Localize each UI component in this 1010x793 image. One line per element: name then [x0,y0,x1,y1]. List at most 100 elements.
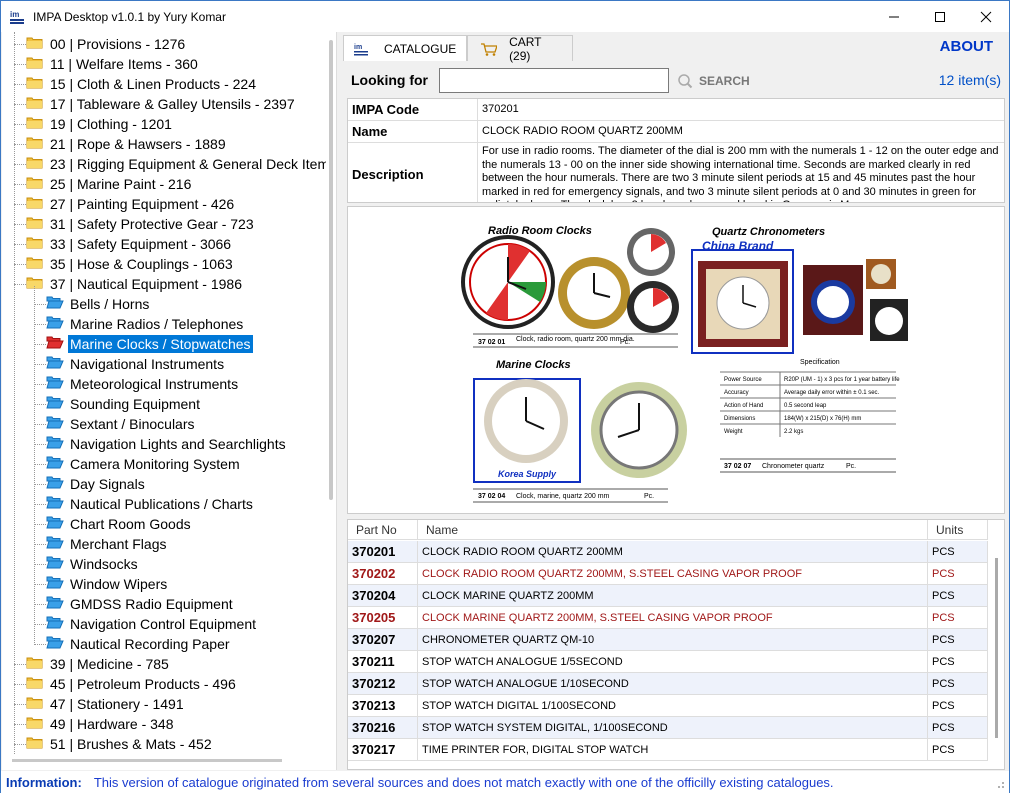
search-button[interactable]: SEARCH [677,70,750,92]
tree-subcategory-5[interactable]: Sounding Equipment [46,394,202,414]
specification-table: Power Source R20P (UM - 1) x 3 pcs for 1 … [720,371,900,437]
tree-subcategory-17[interactable]: Nautical Recording Paper [46,634,232,654]
maximize-button[interactable] [917,1,963,32]
tree-connector [34,544,46,545]
tree-category-12[interactable]: 37 | Nautical Equipment - 1986 [26,274,244,294]
small-clock-2-image [627,281,679,333]
table-row[interactable]: 370216 STOP WATCH SYSTEM DIGITAL, 1/100SE… [348,717,988,739]
header-name[interactable]: Name [418,520,928,539]
tree-connector [34,624,46,625]
tree-category-2[interactable]: 15 | Cloth & Linen Products - 224 [26,74,258,94]
spec-value: 2.2 kgs [784,429,803,435]
tree-scroll-thumb[interactable] [329,40,333,500]
tree-vertical-scrollbar[interactable] [326,32,336,770]
tree-subcategory-9[interactable]: Day Signals [46,474,147,494]
specification-label: Specification [800,359,840,366]
tree-subcategory-16[interactable]: Navigation Control Equipment [46,614,258,634]
spec-value: Average daily error within ± 0.1 sec. [784,390,880,396]
tree-subcategory-15[interactable]: GMDSS Radio Equipment [46,594,235,614]
about-link[interactable]: ABOUT [940,38,993,55]
table-row[interactable]: 370211 STOP WATCH ANALOGUE 1/5SECOND PCS [348,651,988,673]
tree-connector [34,604,46,605]
tree-subcategory-1[interactable]: Marine Radios / Telephones [46,314,245,334]
units-cell: PCS [928,585,988,606]
tree-category-6[interactable]: 23 | Rigging Equipment & General Deck It… [26,154,331,174]
tree-category-3[interactable]: 49 | Hardware - 348 [26,714,175,734]
grid-scroll-thumb[interactable] [995,558,998,738]
tree-subcategory-0[interactable]: Bells / Horns [46,294,151,314]
grid-scrollbar[interactable] [988,540,1004,769]
tree-category-1[interactable]: 45 | Petroleum Products - 496 [26,674,238,694]
tree-subcategory-4[interactable]: Meteorological Instruments [46,374,240,394]
folder-open-selected-icon [46,336,68,352]
korea-supply-label: Korea Supply [498,469,557,479]
units-cell: PCS [928,717,988,738]
units-cell: PCS [928,673,988,694]
tree-category-5[interactable]: 21 | Rope & Hawsers - 1889 [26,134,228,154]
tab-catalogue[interactable]: im CATALOGUE [343,35,468,61]
header-units[interactable]: Units [928,520,988,539]
tree-node-label: Merchant Flags [70,536,167,552]
search-icon [678,74,693,89]
table-row[interactable]: 370204 CLOCK MARINE QUARTZ 200MM PCS [348,585,988,607]
tree-subcategory-6[interactable]: Sextant / Binoculars [46,414,197,434]
close-button[interactable] [963,1,1009,32]
tree-connector [34,364,46,365]
tree-connector [34,464,46,465]
table-row[interactable]: 370212 STOP WATCH ANALOGUE 1/10SECOND PCS [348,673,988,695]
tree-subcategory-8[interactable]: Camera Monitoring System [46,454,242,474]
header-part-no[interactable]: Part No [348,520,418,539]
tree-connector [14,684,26,685]
tree-category-7[interactable]: 25 | Marine Paint - 216 [26,174,193,194]
tree-subcategory-10[interactable]: Nautical Publications / Charts [46,494,255,514]
tree-category-1[interactable]: 11 | Welfare Items - 360 [26,54,200,74]
tree-node-label: 37 | Nautical Equipment - 1986 [50,276,242,292]
tab-cart[interactable]: CART (29) [467,35,574,63]
table-row[interactable]: 370217 TIME PRINTER FOR, DIGITAL STOP WAT… [348,739,988,761]
table-row[interactable]: 370213 STOP WATCH DIGITAL 1/100SECOND PCS [348,695,988,717]
tree-category-0[interactable]: 00 | Provisions - 1276 [26,34,187,54]
minimize-button[interactable] [871,1,917,32]
tree-category-3[interactable]: 17 | Tableware & Galley Utensils - 2397 [26,94,297,114]
tree-subcategory-12[interactable]: Merchant Flags [46,534,168,554]
tree-category-8[interactable]: 27 | Painting Equipment - 426 [26,194,236,214]
quartz-chronometers-title: Quartz Chronometers [712,226,825,238]
tree-subcategory-3[interactable]: Navigational Instruments [46,354,226,374]
items-grid[interactable]: Part No Name Units 370201 CLOCK RADIO ROO… [347,519,1005,770]
part-no-cell: 370211 [348,651,418,672]
spec-value: 0.5 second leap [784,403,827,409]
tree-category-4[interactable]: 19 | Clothing - 1201 [26,114,174,134]
units-cell: PCS [928,541,988,562]
radio-clock-image [461,235,555,329]
table-row[interactable]: 370205 CLOCK MARINE QUARTZ 200MM, S.STEEL… [348,607,988,629]
resize-grip-icon[interactable] [995,779,1005,789]
tree-subcategory-13[interactable]: Windsocks [46,554,140,574]
table-row[interactable]: 370207 CHRONOMETER QUARTZ QM-10 PCS [348,629,988,651]
tree-category-0[interactable]: 39 | Medicine - 785 [26,654,171,674]
tree-category-2[interactable]: 47 | Stationery - 1491 [26,694,186,714]
tree-root-connector [14,32,15,754]
tree-subcategory-2[interactable]: Marine Clocks / Stopwatches [46,334,253,354]
table-row[interactable]: 370201 CLOCK RADIO ROOM QUARTZ 200MM PCS [348,541,988,563]
folder-open-icon [46,536,68,552]
tree-category-9[interactable]: 31 | Safety Protective Gear - 723 [26,214,256,234]
units-cell: PCS [928,563,988,584]
tab-catalogue-label: CATALOGUE [384,41,457,56]
search-input[interactable] [439,68,669,93]
chronometer-box-image [698,261,788,347]
tree-category-4[interactable]: 51 | Brushes & Mats - 452 [26,734,214,754]
tree-category-10[interactable]: 33 | Safety Equipment - 3066 [26,234,233,254]
tree-subcategory-11[interactable]: Chart Room Goods [46,514,193,534]
tree-node-label: 11 | Welfare Items - 360 [50,56,198,72]
tree-subcategory-7[interactable]: Navigation Lights and Searchlights [46,434,288,454]
tree-subcategory-14[interactable]: Window Wipers [46,574,169,594]
table-row[interactable]: 370202 CLOCK RADIO ROOM QUARTZ 200MM, S.S… [348,563,988,585]
tree-horizontal-scrollbar[interactable] [12,759,282,762]
app-icon: im [9,8,25,25]
catalogue-page-image: Radio Room Clocks 37 02 01 Clock, radio … [347,206,1005,514]
title-bar[interactable]: im IMPA Desktop v1.0.1 by Yury Komar [1,1,1009,32]
category-tree[interactable]: 00 | Provisions - 1276 11 | Welfare Items… [2,32,337,770]
tree-category-11[interactable]: 35 | Hose & Couplings - 1063 [26,254,235,274]
folder-icon [26,56,48,72]
tree-node-label: Marine Clocks / Stopwatches [68,335,253,353]
